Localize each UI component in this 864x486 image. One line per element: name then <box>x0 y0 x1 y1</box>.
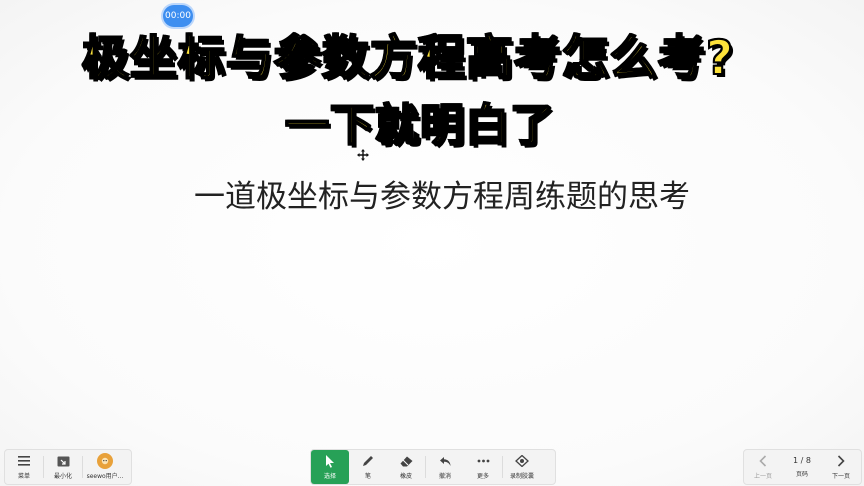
user-avatar <box>97 453 113 469</box>
minimize-label: 最小化 <box>53 473 72 480</box>
tools-toolbar: 选择 笔 橡皮 撤消 更多 录制胶囊 <box>310 449 556 485</box>
menu-button[interactable]: 菜单 <box>5 450 43 484</box>
next-page-button[interactable]: 下一页 <box>822 450 860 484</box>
pen-tool-button[interactable]: 笔 <box>349 450 387 484</box>
more-button[interactable]: 更多 <box>464 450 502 484</box>
user-name-label: seewo用户... <box>86 473 124 480</box>
avatar-icon <box>97 453 113 469</box>
next-page-label: 下一页 <box>831 473 850 480</box>
undo-label: 撤消 <box>438 473 451 480</box>
menu-label: 菜单 <box>17 473 30 480</box>
record-capsule-button[interactable]: 录制胶囊 <box>503 450 541 484</box>
video-title-line-2: 一下就明白了 <box>284 99 555 152</box>
record-capsule-icon <box>515 454 529 468</box>
eraser-icon <box>400 454 413 468</box>
select-label: 选择 <box>323 473 336 480</box>
pointer-icon <box>325 454 335 468</box>
video-title-line-1: 极坐标与参数方程高考怎么考? <box>81 30 735 87</box>
more-dots-icon <box>477 454 490 468</box>
undo-icon <box>439 454 452 468</box>
page-indicator-text: 1 / 8 <box>793 456 811 465</box>
left-toolbar: 菜单 最小化 seewo用户... <box>4 449 132 485</box>
select-tool-button[interactable]: 选择 <box>311 450 349 484</box>
eraser-label: 橡皮 <box>399 473 412 480</box>
minimize-icon <box>57 454 70 468</box>
recording-timer-badge[interactable]: 00:00 <box>163 5 193 27</box>
undo-button[interactable]: 撤消 <box>426 450 464 484</box>
whiteboard-canvas[interactable]: 00:00 极坐标与参数方程高考怎么考? 一下就明白了 一道极坐标与参数方程周练… <box>0 0 864 486</box>
chevron-right-icon <box>837 454 845 468</box>
record-capsule-label: 录制胶囊 <box>509 473 534 480</box>
pen-label: 笔 <box>364 473 371 480</box>
chevron-left-icon <box>759 454 767 468</box>
prev-page-label: 上一页 <box>753 473 772 480</box>
pen-icon <box>362 454 374 468</box>
minimize-button[interactable]: 最小化 <box>44 450 82 484</box>
page-number-label: 页码 <box>795 471 808 478</box>
menu-icon <box>18 454 30 468</box>
prev-page-button[interactable]: 上一页 <box>744 450 782 484</box>
move-cursor-icon <box>357 149 369 161</box>
page-navigation-toolbar: 上一页 1 / 8 页码 下一页 <box>743 449 862 485</box>
page-indicator-button[interactable]: 1 / 8 页码 <box>782 450 822 484</box>
more-label: 更多 <box>476 473 489 480</box>
user-account-button[interactable]: seewo用户... <box>83 450 127 484</box>
eraser-tool-button[interactable]: 橡皮 <box>387 450 425 484</box>
slide-subtitle: 一道极坐标与参数方程周练题的思考 <box>194 179 690 215</box>
